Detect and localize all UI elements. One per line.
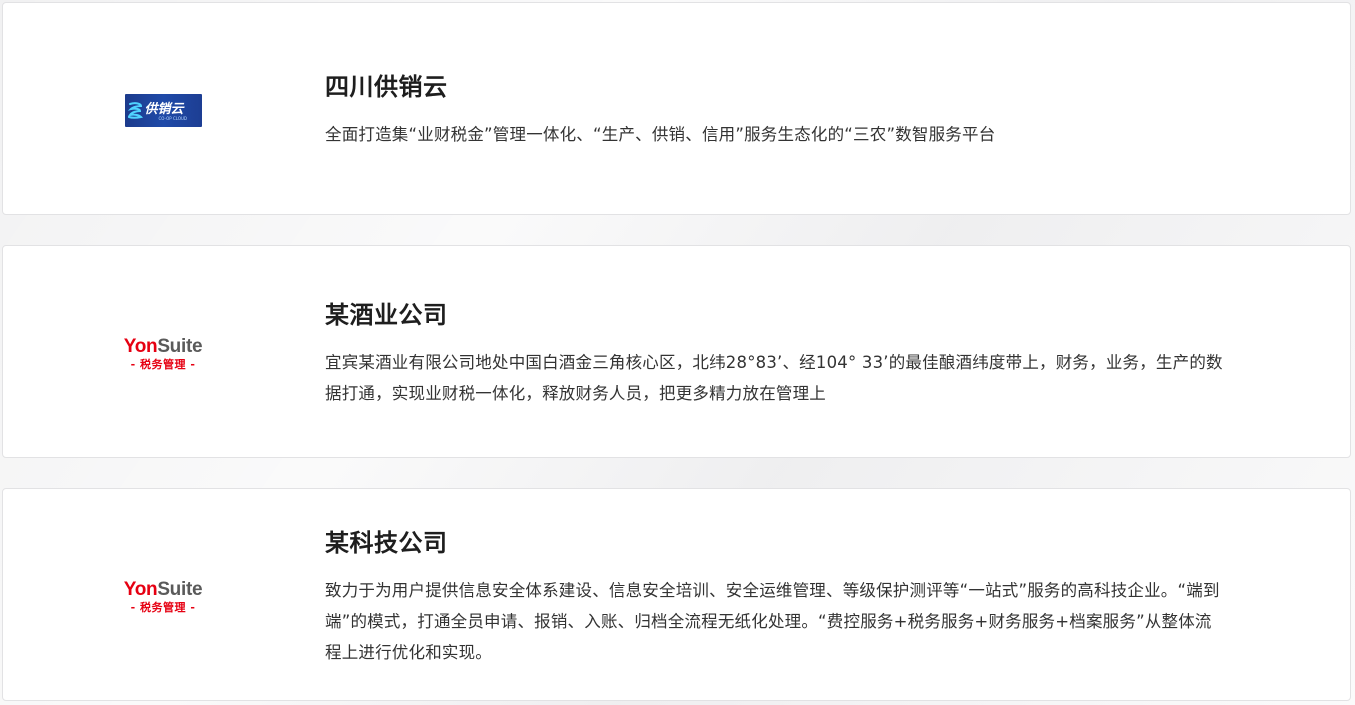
coop-cloud-logo-icon <box>127 101 143 119</box>
case-content: 某科技公司 致力于为用户提供信息安全体系建设、信息安全培训、安全运维管理、等级保… <box>325 527 1225 668</box>
case-card[interactable]: 供销云 CO-OP CLOUD 四川供销云 全面打造集“业财税金”管理一体化、“… <box>2 2 1351 215</box>
customer-logo: YonSuite - 税务管理 - <box>98 575 228 617</box>
case-card[interactable]: YonSuite - 税务管理 - 某酒业公司 宜宾某酒业有限公司地处中国白酒金… <box>2 245 1351 458</box>
coop-cloud-logo-text: 供销云 <box>144 101 184 117</box>
yonsuite-logo: YonSuite - 税务管理 - <box>124 337 203 370</box>
customer-logo: 供销云 CO-OP CLOUD <box>98 91 228 129</box>
yonsuite-wordmark: YonSuite <box>123 578 203 600</box>
coop-cloud-logo: 供销云 CO-OP CLOUD <box>124 93 202 127</box>
case-title: 某科技公司 <box>325 529 448 557</box>
case-card[interactable]: YonSuite - 税务管理 - 某科技公司 致力于为用户提供信息安全体系建设… <box>2 488 1351 701</box>
coop-cloud-logo-subtext: CO-OP CLOUD <box>158 115 187 121</box>
customer-logo: YonSuite - 税务管理 - <box>98 332 228 374</box>
case-title: 四川供销云 <box>325 73 448 101</box>
yonsuite-subtitle: - 税务管理 - <box>130 357 196 371</box>
case-description: 致力于为用户提供信息安全体系建设、信息安全培训、安全运维管理、等级保护测评等“一… <box>325 581 1220 662</box>
case-content: 某酒业公司 宜宾某酒业有限公司地处中国白酒金三角核心区，北纬28°83’、经10… <box>325 299 1225 409</box>
case-content: 四川供销云 全面打造集“业财税金”管理一体化、“生产、供销、信用”服务生态化的“… <box>325 71 1225 150</box>
case-description: 全面打造集“业财税金”管理一体化、“生产、供销、信用”服务生态化的“三农”数智服… <box>325 125 996 144</box>
case-title: 某酒业公司 <box>325 301 448 329</box>
case-list: 供销云 CO-OP CLOUD 四川供销云 全面打造集“业财税金”管理一体化、“… <box>0 0 1355 705</box>
yonsuite-subtitle: - 税务管理 - <box>130 600 196 614</box>
case-description: 宜宾某酒业有限公司地处中国白酒金三角核心区，北纬28°83’、经104° 33’… <box>325 353 1223 403</box>
yonsuite-wordmark: YonSuite <box>123 335 203 357</box>
yonsuite-logo: YonSuite - 税务管理 - <box>124 580 203 613</box>
